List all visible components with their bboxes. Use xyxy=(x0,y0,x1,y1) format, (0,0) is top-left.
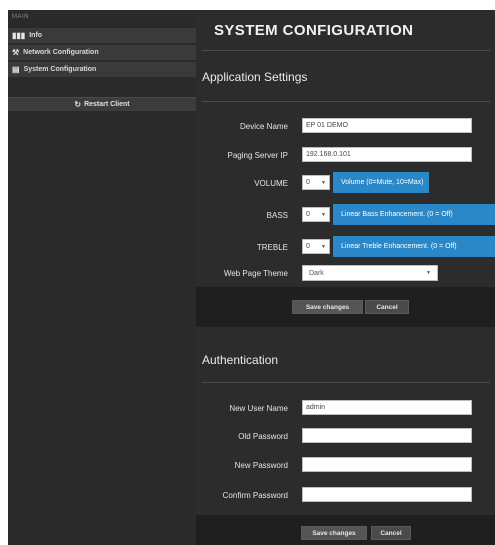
application-save-button[interactable]: Save changes xyxy=(292,300,363,314)
new-user-name-input[interactable]: admin xyxy=(302,400,472,415)
application-cancel-button[interactable]: Cancel xyxy=(365,300,409,314)
sidebar: MAIN ▮▮▮ Info ⚒ Network Configuration ▤ … xyxy=(8,10,196,545)
volume-value: 0 xyxy=(306,179,310,186)
device-name-label: Device Name xyxy=(239,122,288,131)
sidebar-heading: MAIN xyxy=(12,14,29,20)
page-title: SYSTEM CONFIGURATION xyxy=(214,22,414,39)
new-user-name-label: New User Name xyxy=(229,404,288,413)
authentication-save-button[interactable]: Save changes xyxy=(301,526,367,540)
application-settings-title: Application Settings xyxy=(202,70,308,84)
old-password-label: Old Password xyxy=(238,432,288,441)
title-divider xyxy=(202,50,490,51)
volume-select[interactable]: 0 ▼ xyxy=(302,175,330,190)
treble-select[interactable]: 0 ▼ xyxy=(302,239,330,254)
theme-value: Dark xyxy=(309,269,324,277)
chevron-down-icon: ▼ xyxy=(321,243,326,250)
bass-value: 0 xyxy=(306,211,310,218)
paging-server-ip-input[interactable]: 192.168.0.101 xyxy=(302,147,472,162)
treble-label: TREBLE xyxy=(256,243,288,252)
sidebar-item-info[interactable]: ▮▮▮ Info xyxy=(8,28,196,44)
restart-client-button[interactable]: ↻ Restart Client xyxy=(8,97,196,111)
chevron-down-icon: ▼ xyxy=(321,179,326,186)
sidebar-item-network-configuration[interactable]: ⚒ Network Configuration xyxy=(8,45,196,61)
authentication-cancel-button[interactable]: Cancel xyxy=(371,526,411,540)
new-password-label: New Password xyxy=(234,461,288,470)
refresh-icon: ↻ xyxy=(74,100,82,109)
web-page-theme-select[interactable]: Dark ▼ xyxy=(302,265,438,281)
volume-hint: Volume (0=Mute, 10=Max) xyxy=(333,172,429,193)
restart-client-label: Restart Client xyxy=(84,101,130,108)
application-divider xyxy=(202,101,490,102)
chevron-down-icon: ▼ xyxy=(426,270,431,276)
bar-chart-icon: ▮▮▮ xyxy=(12,31,26,40)
main-panel: SYSTEM CONFIGURATION Application Setting… xyxy=(196,10,495,545)
volume-label: VOLUME xyxy=(254,179,288,188)
sidebar-item-system-configuration[interactable]: ▤ System Configuration xyxy=(8,62,196,78)
authentication-form-actions: Save changes Cancel xyxy=(196,515,495,545)
confirm-password-label: Confirm Password xyxy=(222,491,288,500)
application-form-actions: Save changes Cancel xyxy=(196,287,495,327)
wrench-icon: ⚒ xyxy=(12,48,20,57)
chevron-down-icon: ▼ xyxy=(321,211,326,218)
new-password-input[interactable] xyxy=(302,457,472,472)
bass-hint: Linear Bass Enhancement. (0 = Off) xyxy=(333,204,495,225)
confirm-password-input[interactable] xyxy=(302,487,472,502)
authentication-title: Authentication xyxy=(202,353,279,367)
bass-label: BASS xyxy=(266,211,288,220)
device-name-input[interactable]: EP 01 DEMO xyxy=(302,118,472,133)
page-corner xyxy=(0,0,8,10)
authentication-divider xyxy=(202,382,490,383)
paging-server-ip-label: Paging Server IP xyxy=(227,151,288,160)
treble-value: 0 xyxy=(306,243,310,250)
treble-hint: Linear Treble Enhancement. (0 = Off) xyxy=(333,236,495,257)
bass-select[interactable]: 0 ▼ xyxy=(302,207,330,222)
sidebar-item-label: Info xyxy=(29,32,43,39)
web-page-theme-label: Web Page Theme xyxy=(223,269,288,278)
old-password-input[interactable] xyxy=(302,428,472,443)
sidebar-item-label: System Configuration xyxy=(23,66,97,73)
list-icon: ▤ xyxy=(12,65,20,74)
sidebar-item-label: Network Configuration xyxy=(23,49,99,56)
